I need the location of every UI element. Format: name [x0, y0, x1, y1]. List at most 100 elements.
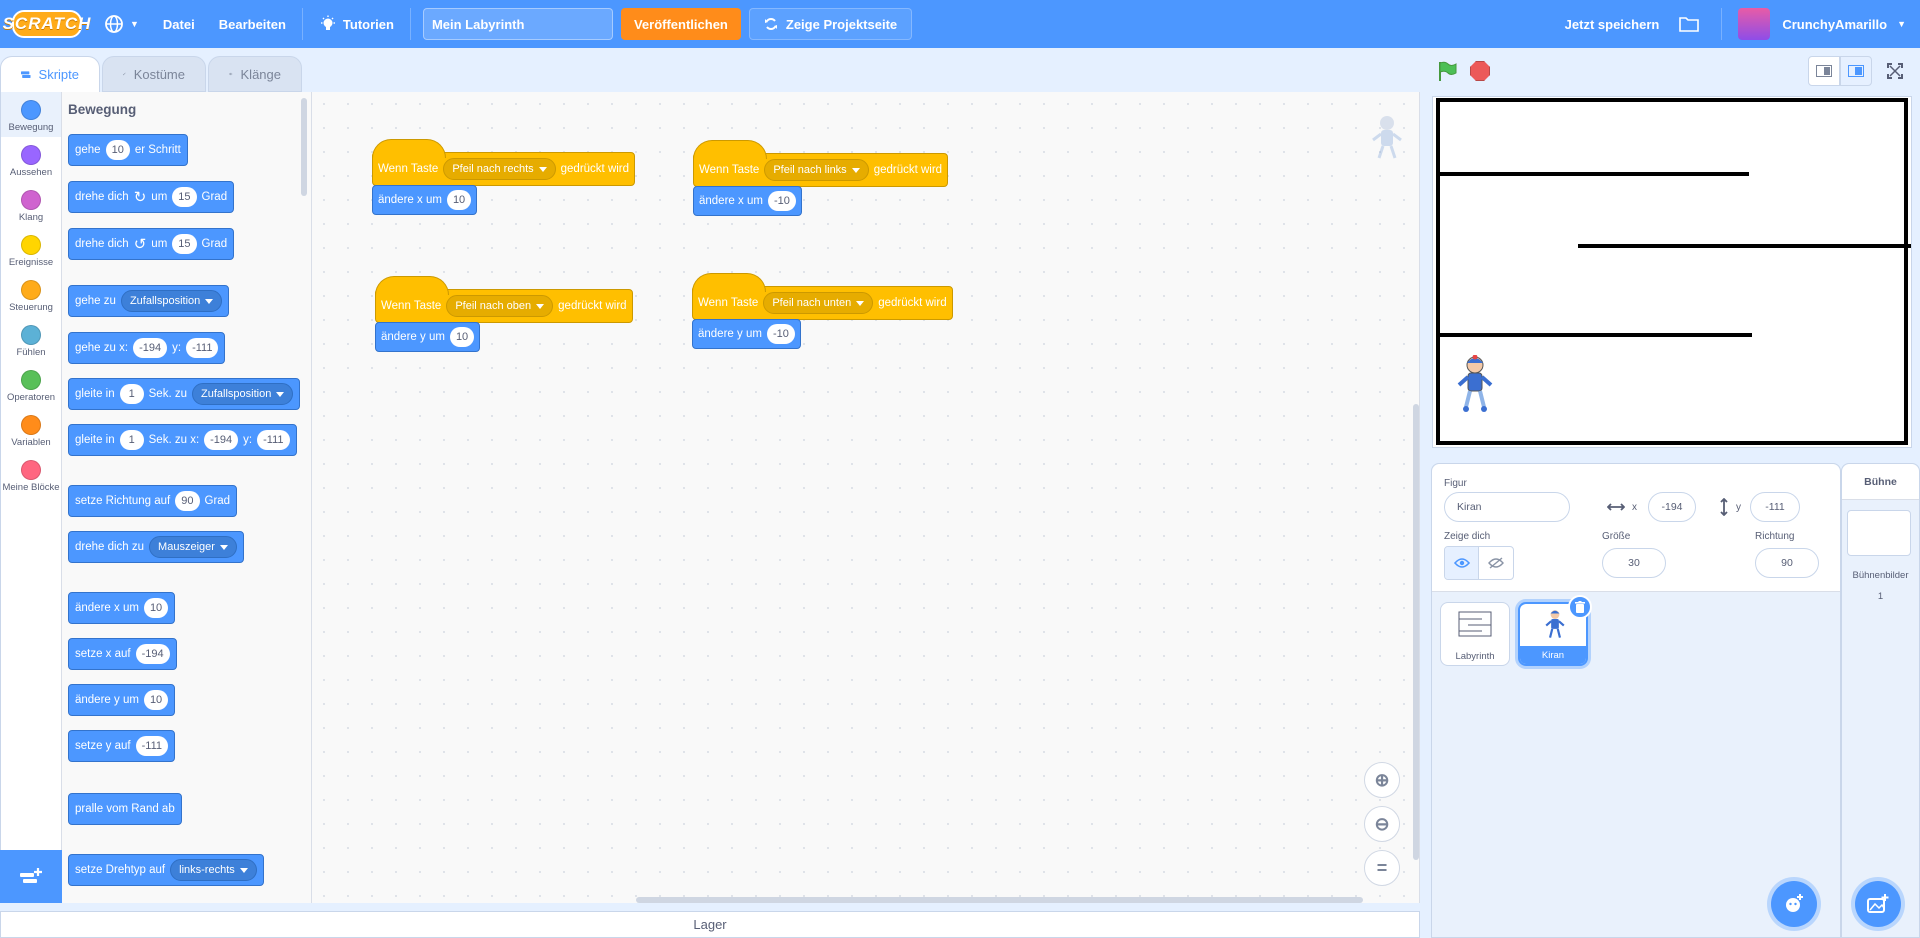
- block-go-to[interactable]: gehe zu Zufallsposition: [68, 285, 230, 317]
- tutorials-button[interactable]: Tutorien: [307, 0, 406, 48]
- block-input[interactable]: 10: [143, 598, 169, 618]
- tab-sounds[interactable]: Klänge: [208, 56, 302, 92]
- backpack[interactable]: Lager: [0, 911, 1420, 938]
- block-point-direction[interactable]: setze Richtung auf 90 Grad: [68, 485, 238, 517]
- block-input[interactable]: -111: [135, 736, 169, 756]
- small-stage-button[interactable]: [1808, 56, 1840, 86]
- change-x-block[interactable]: ändere x um 10: [372, 185, 478, 215]
- category-sensing[interactable]: Fühlen: [1, 317, 61, 362]
- change-y-block[interactable]: ändere y um -10: [692, 319, 801, 349]
- my-stuff-button[interactable]: [1679, 0, 1717, 48]
- block-input[interactable]: 10: [446, 190, 472, 210]
- add-extension-button[interactable]: [0, 850, 62, 903]
- sprite-name-input[interactable]: Kiran: [1444, 492, 1570, 522]
- language-menu[interactable]: ▼: [92, 0, 151, 48]
- zoom-out-button[interactable]: ⊖: [1364, 806, 1400, 842]
- stage-canvas[interactable]: [1432, 96, 1912, 448]
- block-input[interactable]: 1: [119, 430, 144, 450]
- stop-icon[interactable]: [1470, 61, 1490, 81]
- when-key-pressed-block[interactable]: Wenn Taste Pfeil nach links gedrückt wird: [693, 140, 949, 187]
- account-menu[interactable]: CrunchyAmarillo ▼: [1726, 0, 1920, 48]
- change-x-block[interactable]: ändere x um -10: [693, 186, 802, 216]
- block-input[interactable]: -111: [186, 338, 219, 358]
- block-rotation-style[interactable]: setze Drehtyp auf links-rechts: [68, 854, 264, 886]
- block-turn-left[interactable]: drehe dich ↺ um 15 Grad: [68, 228, 235, 260]
- category-operators[interactable]: Operatoren: [1, 362, 61, 407]
- zoom-in-button[interactable]: ⊕: [1364, 762, 1400, 798]
- category-motion[interactable]: Bewegung: [1, 92, 61, 137]
- sprite-tile-labyrinth[interactable]: Labyrinth: [1440, 602, 1510, 666]
- y-input[interactable]: -111: [1750, 492, 1800, 522]
- stage-target-pane[interactable]: Bühne Bühnenbilder 1: [1841, 463, 1920, 938]
- save-now-button[interactable]: Jetzt speichern: [1553, 0, 1680, 48]
- block-input[interactable]: 10: [449, 327, 475, 347]
- block-change-y[interactable]: ändere y um 10: [68, 684, 176, 716]
- fullscreen-button[interactable]: [1879, 56, 1911, 86]
- show-sprite-button[interactable]: [1445, 547, 1480, 579]
- category-looks[interactable]: Aussehen: [1, 137, 61, 182]
- block-input[interactable]: 15: [172, 187, 197, 207]
- zoom-reset-button[interactable]: =: [1364, 850, 1400, 886]
- category-variables[interactable]: Variablen: [1, 407, 61, 452]
- tab-costumes[interactable]: Kostüme: [102, 56, 206, 92]
- block-move-steps[interactable]: gehe 10 er Schritt: [68, 134, 188, 166]
- when-key-pressed-block[interactable]: Wenn Taste Pfeil nach unten gedrückt wird: [692, 273, 953, 320]
- key-dropdown[interactable]: Pfeil nach unten: [763, 292, 874, 314]
- normal-stage-button[interactable]: [1840, 56, 1872, 86]
- see-project-page-button[interactable]: Zeige Projektseite: [748, 8, 913, 40]
- size-input[interactable]: 30: [1602, 548, 1666, 578]
- green-flag-icon[interactable]: [1436, 60, 1458, 82]
- share-button[interactable]: Veröffentlichen: [620, 8, 741, 40]
- script-workspace[interactable]: Wenn Taste Pfeil nach rechts gedrückt wird…: [312, 92, 1420, 903]
- workspace-vertical-scrollbar[interactable]: [1413, 404, 1419, 860]
- hide-sprite-button[interactable]: [1479, 547, 1513, 579]
- block-bounce[interactable]: pralle vom Rand ab: [68, 793, 182, 825]
- block-input[interactable]: 15: [172, 234, 197, 254]
- key-dropdown[interactable]: Pfeil nach rechts: [443, 158, 556, 180]
- block-input[interactable]: -10: [767, 191, 796, 211]
- when-key-pressed-block[interactable]: Wenn Taste Pfeil nach oben gedrückt wird: [375, 276, 633, 323]
- block-dropdown[interactable]: links-rechts: [170, 859, 257, 881]
- file-menu[interactable]: Datei: [151, 0, 207, 48]
- category-events[interactable]: Ereignisse: [1, 227, 61, 272]
- block-change-x[interactable]: ändere x um 10: [68, 592, 176, 624]
- block-input[interactable]: -194: [135, 644, 170, 664]
- block-turn-right[interactable]: drehe dich ↻ um 15 Grad: [68, 181, 235, 213]
- block-input[interactable]: -194: [133, 338, 168, 358]
- tab-code[interactable]: Skripte: [0, 56, 100, 92]
- scratch-logo[interactable]: SCRATCH: [3, 10, 90, 38]
- block-input[interactable]: 1: [119, 384, 144, 404]
- block-set-x[interactable]: setze x auf -194: [68, 638, 177, 670]
- block-input[interactable]: -194: [204, 430, 239, 450]
- kiran-sprite[interactable]: [1455, 355, 1495, 413]
- key-dropdown[interactable]: Pfeil nach oben: [446, 295, 554, 317]
- choose-backdrop-button[interactable]: [1855, 881, 1901, 927]
- block-glide[interactable]: gleite in 1 Sek. zu Zufallsposition: [68, 378, 301, 410]
- block-input[interactable]: 10: [143, 690, 169, 710]
- block-dropdown[interactable]: Zufallsposition: [192, 383, 294, 405]
- block-glide-xy[interactable]: gleite in 1 Sek. zu x: -194 y: -111: [68, 424, 297, 456]
- block-set-y[interactable]: setze y auf -111: [68, 730, 176, 762]
- workspace-horizontal-scrollbar[interactable]: [636, 897, 1363, 903]
- block-dropdown[interactable]: Mauszeiger: [149, 536, 237, 558]
- block-go-to-xy[interactable]: gehe zu x: -194 y: -111: [68, 332, 226, 364]
- category-sound[interactable]: Klang: [1, 182, 61, 227]
- block-input[interactable]: -111: [257, 430, 290, 450]
- project-title-input[interactable]: Mein Labyrinth: [422, 8, 613, 40]
- block-input[interactable]: -10: [766, 324, 795, 344]
- x-input[interactable]: -194: [1648, 492, 1696, 522]
- choose-sprite-button[interactable]: [1771, 881, 1817, 927]
- change-y-block[interactable]: ändere y um 10: [375, 322, 481, 352]
- palette-scrollbar[interactable]: [301, 98, 307, 196]
- block-input[interactable]: 90: [175, 491, 200, 511]
- block-point-towards[interactable]: drehe dich zu Mauszeiger: [68, 531, 244, 563]
- block-dropdown[interactable]: Zufallsposition: [120, 290, 223, 312]
- key-dropdown[interactable]: Pfeil nach links: [764, 159, 869, 181]
- category-control[interactable]: Steuerung: [1, 272, 61, 317]
- block-input[interactable]: 10: [105, 140, 130, 160]
- when-key-pressed-block[interactable]: Wenn Taste Pfeil nach rechts gedrückt wird: [372, 139, 636, 186]
- edit-menu[interactable]: Bearbeiten: [207, 0, 298, 48]
- category-my-blocks[interactable]: Meine Blöcke: [1, 452, 61, 497]
- stage-thumbnail[interactable]: [1847, 510, 1911, 556]
- delete-sprite-button[interactable]: [1568, 595, 1592, 619]
